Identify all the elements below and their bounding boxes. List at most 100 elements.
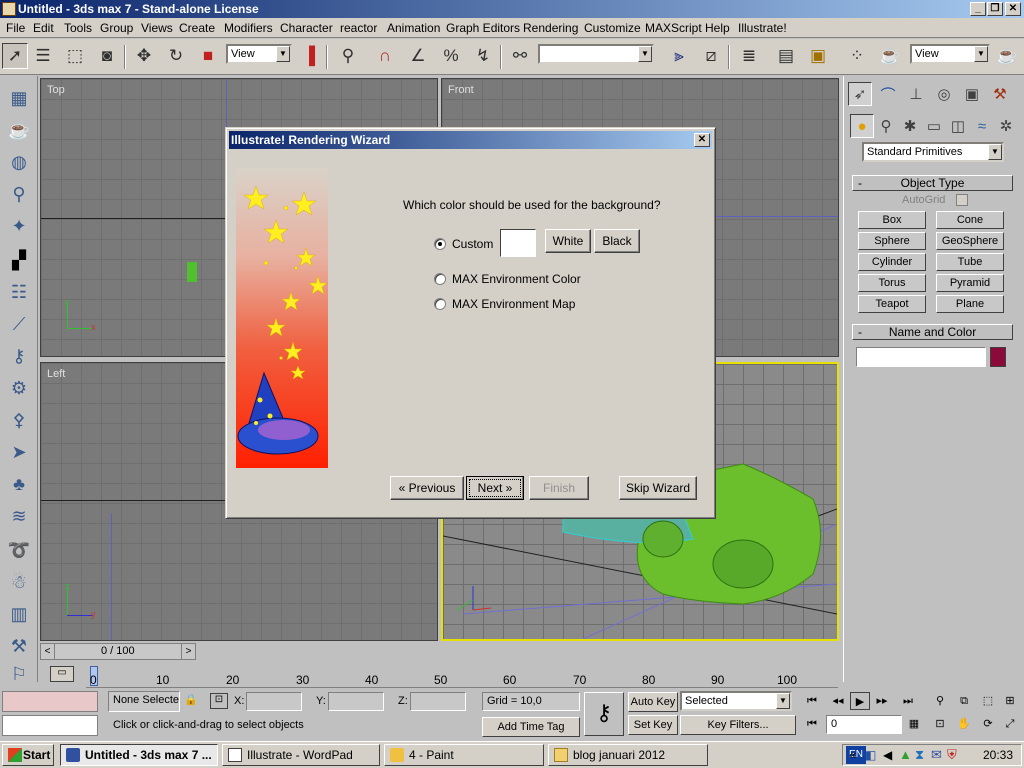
material-editor-icon[interactable]: ⁘: [844, 43, 870, 69]
maxscript-result-mini[interactable]: [2, 715, 98, 736]
z-coordinate-field[interactable]: [410, 692, 466, 711]
finish-button[interactable]: Finish: [529, 476, 589, 500]
spinner-snap-icon[interactable]: ↯: [470, 43, 496, 69]
clock[interactable]: 20:33: [983, 748, 1013, 762]
angle-snap-icon[interactable]: ∠: [405, 43, 431, 69]
create-stack-icon[interactable]: ☷: [7, 280, 31, 304]
security-shield-icon[interactable]: ⛨: [947, 747, 957, 763]
create-checker-icon[interactable]: ▞: [7, 248, 31, 272]
tray-app-icon[interactable]: ▲: [899, 747, 912, 762]
create-tube-icon[interactable]: ⟋: [7, 312, 31, 336]
menu-graph-editors[interactable]: Graph Editors: [446, 21, 520, 35]
menu-create[interactable]: Create: [179, 21, 215, 35]
create-tool-icon[interactable]: ⚒: [7, 634, 31, 658]
motion-tab-icon[interactable]: ◎: [932, 82, 956, 106]
previous-frame-icon[interactable]: ◂◂: [828, 692, 848, 710]
zoom-all-icon[interactable]: ⧉: [954, 692, 974, 710]
current-frame-field[interactable]: 0: [826, 715, 902, 734]
go-to-end-icon[interactable]: ⏭: [898, 692, 918, 710]
select-and-link-icon[interactable]: ⚲: [335, 43, 361, 69]
time-slider[interactable]: < 0 / 100 >: [40, 643, 196, 660]
maximize-viewport-icon[interactable]: ⤢: [1000, 715, 1020, 733]
cylinder-button[interactable]: Cylinder: [858, 253, 926, 271]
zoom-extents-icon[interactable]: ⬚: [978, 692, 998, 710]
autogrid-checkbox[interactable]: [956, 194, 968, 206]
lights-category-icon[interactable]: ✱: [898, 114, 922, 138]
close-window-button[interactable]: ✕: [1005, 2, 1021, 16]
edit-named-selection-icon[interactable]: ⚯: [507, 43, 533, 69]
tray-expand-icon[interactable]: «: [849, 747, 856, 762]
quick-render-icon[interactable]: ☕: [994, 43, 1020, 69]
utilities-tab-icon[interactable]: ⚒: [988, 82, 1012, 106]
menu-reactor[interactable]: reactor: [340, 21, 377, 35]
pan-icon[interactable]: ✋: [954, 715, 974, 733]
create-boolean-icon[interactable]: ⚴: [7, 408, 31, 432]
key-mode-toggle-icon[interactable]: ⏮: [802, 715, 822, 733]
object-color-swatch[interactable]: [990, 347, 1006, 367]
add-time-tag-button[interactable]: Add Time Tag: [482, 717, 580, 737]
dialog-close-button[interactable]: ✕: [694, 133, 710, 147]
name-and-color-rollout[interactable]: - Name and Color: [852, 324, 1013, 340]
time-slider-prev[interactable]: <: [41, 644, 55, 659]
tray-app-icon[interactable]: ✉: [931, 747, 942, 763]
arc-rotate-icon[interactable]: ⟳: [978, 715, 998, 733]
percent-snap-icon[interactable]: %: [438, 43, 464, 69]
time-slider-next[interactable]: >: [181, 644, 195, 659]
taskbar-item-3dsmax[interactable]: Untitled - 3ds max 7 ...: [60, 744, 218, 766]
menu-help[interactable]: Help: [705, 21, 730, 35]
taskbar-item-wordpad[interactable]: Illustrate - WordPad: [222, 744, 380, 766]
start-button[interactable]: Start: [2, 744, 54, 766]
create-teapot-icon[interactable]: ☕: [7, 118, 31, 142]
select-by-name-icon[interactable]: ☰: [30, 43, 56, 69]
create-gear-icon[interactable]: ⚙: [7, 376, 31, 400]
set-key-mode-icon[interactable]: ⚷: [584, 692, 624, 736]
object-name-input[interactable]: [856, 347, 986, 367]
cone-button[interactable]: Cone: [936, 211, 1004, 229]
schematic-view-icon[interactable]: ▣: [805, 43, 831, 69]
next-button[interactable]: Next »: [466, 476, 524, 500]
cameras-category-icon[interactable]: ▭: [922, 114, 946, 138]
shapes-category-icon[interactable]: ⚲: [874, 114, 898, 138]
helpers-category-icon[interactable]: ◫: [946, 114, 970, 138]
render-type-dropdown[interactable]: View ▼: [910, 44, 990, 64]
sphere-button[interactable]: Sphere: [858, 232, 926, 250]
align-icon[interactable]: ⧄: [698, 43, 724, 69]
systems-category-icon[interactable]: ✲: [994, 114, 1018, 138]
select-and-move-icon[interactable]: ✥: [131, 43, 157, 69]
menu-file[interactable]: File: [6, 21, 25, 35]
box-button[interactable]: Box: [858, 211, 926, 229]
track-bar[interactable]: [86, 660, 838, 688]
render-scene-icon[interactable]: ☕: [877, 43, 903, 69]
menu-tools[interactable]: Tools: [64, 21, 92, 35]
key-filters-button[interactable]: Key Filters...: [680, 715, 796, 735]
menu-customize[interactable]: Customize: [584, 21, 641, 35]
modify-tab-icon[interactable]: ⌒: [876, 82, 900, 106]
create-light-icon[interactable]: ⚲: [7, 182, 31, 206]
mini-curve-editor-icon[interactable]: ▭: [50, 666, 74, 682]
menu-rendering[interactable]: Rendering: [523, 21, 578, 35]
menu-illustrate[interactable]: Illustrate!: [738, 21, 787, 35]
display-tab-icon[interactable]: ▣: [960, 82, 984, 106]
custom-color-swatch[interactable]: [500, 229, 536, 257]
absolute-mode-icon[interactable]: ⊡: [210, 693, 228, 709]
next-frame-icon[interactable]: ▸▸: [872, 692, 892, 710]
y-coordinate-field[interactable]: [328, 692, 384, 711]
previous-button[interactable]: « Previous: [390, 476, 464, 500]
track-bar-toggle[interactable]: ▭: [40, 662, 86, 688]
create-knot-icon[interactable]: ➰: [7, 538, 31, 562]
select-and-rotate-icon[interactable]: ↻: [163, 43, 189, 69]
network-icon[interactable]: ◧: [865, 748, 876, 762]
create-sphere-icon[interactable]: ◍: [7, 150, 31, 174]
menu-animation[interactable]: Animation: [387, 21, 440, 35]
tray-app-icon[interactable]: ⧗: [915, 747, 924, 763]
create-tree-icon[interactable]: ♣: [7, 472, 31, 496]
white-button[interactable]: White: [545, 229, 591, 253]
set-key-button[interactable]: Set Key: [628, 715, 678, 735]
select-and-scale-icon[interactable]: ■: [195, 43, 221, 69]
max-environment-map-radio[interactable]: [434, 298, 446, 310]
minimize-button[interactable]: _: [970, 2, 986, 16]
custom-radio[interactable]: [434, 238, 446, 250]
app-icon[interactable]: [2, 2, 16, 16]
plane-button[interactable]: Plane: [936, 295, 1004, 313]
mirror-icon[interactable]: ⫸: [666, 43, 692, 69]
